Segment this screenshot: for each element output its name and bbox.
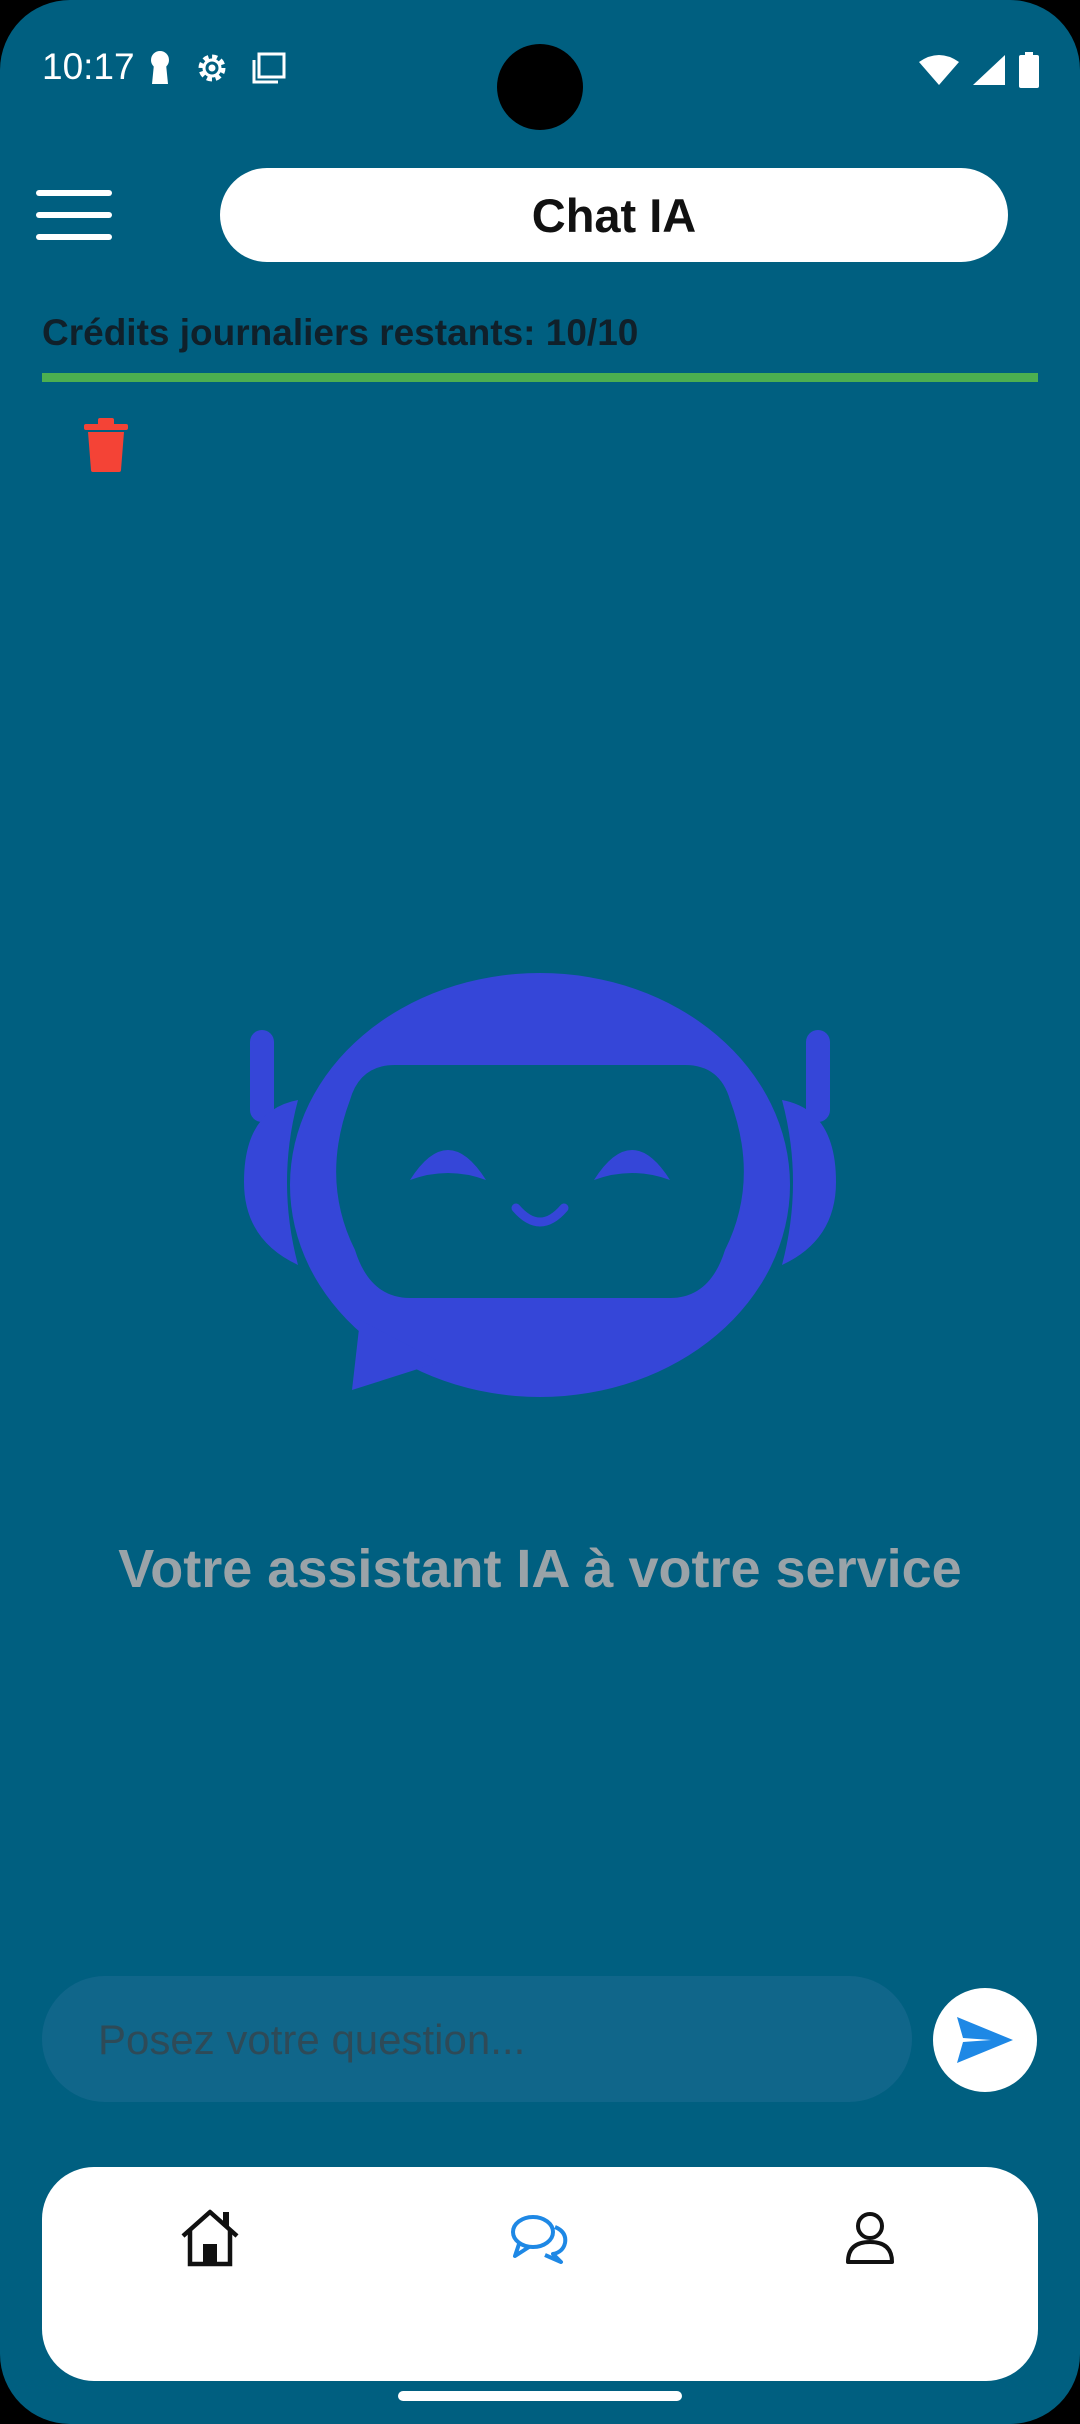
keyhole-icon (151, 51, 169, 84)
status-icons-left (148, 50, 286, 86)
profile-icon (846, 2212, 894, 2264)
page-title-pill: Chat IA (220, 168, 1008, 262)
trash-icon[interactable] (82, 418, 130, 472)
empty-state-message: Votre assistant IA à votre service (118, 1539, 962, 1599)
app-screen: 10:17 Chat IA Crédits journaliers restan… (0, 0, 1080, 2424)
send-button[interactable] (933, 1988, 1037, 2092)
page-title: Chat IA (531, 188, 697, 242)
status-icons-right (918, 52, 1040, 88)
send-icon (957, 2017, 1013, 2063)
menu-line-top (36, 190, 112, 196)
nav-profile[interactable] (835, 2203, 905, 2273)
hamburger-menu-icon[interactable] (36, 190, 112, 240)
credits-progress-fill (42, 373, 1038, 382)
question-input-container (42, 1976, 912, 2104)
home-indicator[interactable] (398, 2391, 682, 2401)
robot-chat-icon (244, 973, 836, 1397)
home-icon (181, 2209, 239, 2267)
status-time: 10:17 (42, 46, 135, 87)
camera-cutout (497, 44, 583, 130)
signal-icon (973, 55, 1005, 85)
bottom-navigation (42, 2167, 1038, 2381)
nav-home[interactable] (175, 2203, 245, 2273)
nav-chat[interactable] (505, 2203, 575, 2273)
chat-icon (511, 2215, 568, 2264)
question-input[interactable] (96, 1976, 880, 2104)
battery-icon (1019, 52, 1039, 88)
credits-progress-bar (42, 373, 1038, 382)
gear-icon (198, 54, 226, 82)
credits-label: Crédits journaliers restants: 10/10 (42, 312, 639, 353)
menu-line-bottom (36, 234, 112, 240)
wifi-icon (919, 55, 959, 85)
menu-line-middle (36, 212, 112, 218)
screenshot-icon (252, 52, 286, 84)
